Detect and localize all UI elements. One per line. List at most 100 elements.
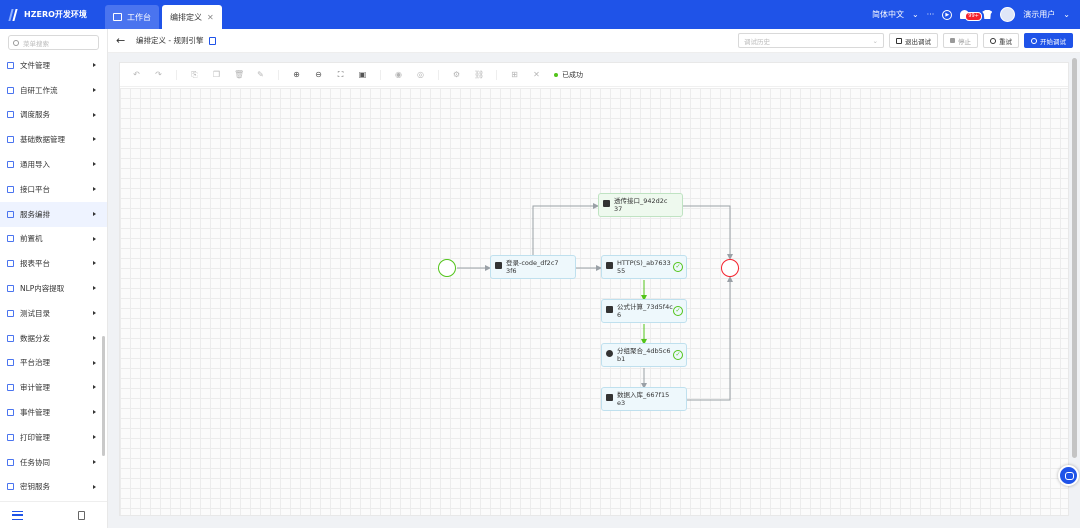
passthrough-icon — [603, 200, 610, 207]
grid-icon[interactable]: ⊞ — [510, 70, 519, 79]
sidebar-item-label: 密钥服务 — [20, 482, 50, 492]
tab-label: 编排定义 — [170, 12, 202, 22]
sidebar-item-base-data[interactable]: 基础数据管理 — [0, 127, 107, 152]
governance-icon — [7, 359, 14, 367]
top-bar: HZERO开发环境 工作台 编排定义 ✕ 简体中文 ⌄ ··· ▶ 99+ 演示… — [0, 0, 1080, 29]
start-debug-button[interactable]: 开始调试 — [1024, 33, 1073, 48]
caret-right-icon — [93, 137, 96, 142]
start-node[interactable] — [438, 259, 456, 277]
flow-canvas-card: ↶ ↷ ⎘ ❐ 🗑 ✎ ⊕ ⊖ ⛶ ▣ ◉ ◎ ⚙ ⛓ ⊞ ✕ 已成功 登录-c… — [119, 62, 1069, 516]
sidebar-item-label: 基础数据管理 — [20, 135, 65, 145]
caret-right-icon — [93, 335, 96, 340]
caret-right-icon — [93, 236, 96, 241]
fit-view-icon[interactable]: ⛶ — [336, 70, 345, 80]
exit-debug-button[interactable]: 退出调试 — [889, 33, 938, 48]
notification-badge: 99+ — [965, 11, 982, 21]
sidebar-item-reports[interactable]: 报表平台 — [0, 251, 107, 276]
node-label: 登录-code_df2c73f6 — [506, 259, 559, 275]
edge-upload-end — [683, 205, 733, 260]
distribution-icon — [7, 334, 14, 342]
sidebar-item-test-dir[interactable]: 测试目录 — [0, 301, 107, 326]
flow-node-login[interactable]: 登录-code_df2c73f6 — [490, 255, 576, 279]
flow-node-store[interactable]: 数据入库_667f15e3 — [601, 387, 687, 411]
link-icon[interactable]: ⛓ — [474, 70, 484, 79]
button-label: 停止 — [958, 37, 971, 46]
undo-icon[interactable]: ↶ — [132, 70, 141, 79]
flow-node-group[interactable]: 分组聚合_4db5c6b1 ✓ — [601, 343, 687, 367]
http-icon — [606, 262, 613, 269]
zoom-out-icon[interactable]: ⊖ — [314, 70, 323, 79]
show-icon[interactable]: ◉ — [394, 70, 403, 79]
sidebar-item-import[interactable]: 通用导入 — [0, 152, 107, 177]
avatar[interactable] — [1000, 7, 1016, 22]
key-icon — [7, 483, 14, 491]
copy-icon[interactable] — [209, 36, 217, 45]
retry-button[interactable]: 重试 — [983, 33, 1019, 48]
more-menu[interactable]: ··· — [927, 10, 935, 19]
stop-button[interactable]: 停止 — [943, 33, 978, 48]
sidebar-item-audit[interactable]: 审计管理 — [0, 375, 107, 400]
play-icon — [1031, 37, 1037, 44]
page-header: ← 编排定义 - 规则引擎 调试历史 ⌄ 退出调试 停止 重试 开始调试 — [108, 29, 1080, 53]
theme-icon[interactable] — [982, 10, 993, 19]
menu-search-input[interactable]: 菜单搜索 — [8, 35, 99, 50]
paste-icon[interactable]: ❐ — [212, 70, 221, 79]
sidebar-item-scheduler[interactable]: 调度服务 — [0, 103, 107, 128]
document-icon[interactable] — [78, 510, 85, 520]
sidebar-item-print[interactable]: 打印管理 — [0, 425, 107, 450]
tab-workbench[interactable]: 工作台 — [105, 5, 159, 29]
audit-icon — [7, 384, 14, 392]
redo-icon[interactable]: ↷ — [154, 70, 163, 79]
sidebar-item-orchestration[interactable]: 服务编排 — [0, 201, 107, 227]
database-icon — [606, 394, 613, 401]
nlp-icon — [7, 285, 14, 293]
caret-right-icon — [93, 484, 96, 489]
flow-node-upload[interactable]: 透传接口_942d2c37 — [598, 193, 683, 217]
stop-icon — [950, 38, 955, 43]
canvas-toolbar: ↶ ↷ ⎘ ❐ 🗑 ✎ ⊕ ⊖ ⛶ ▣ ◉ ◎ ⚙ ⛓ ⊞ ✕ 已成功 — [120, 63, 1068, 87]
chevron-down-icon: ⌄ — [911, 10, 919, 19]
back-arrow-icon[interactable]: ← — [116, 34, 130, 47]
sidebar-item-files[interactable]: 文件管理 — [0, 53, 107, 78]
page-scrollbar[interactable] — [1072, 58, 1077, 458]
sidebar-scrollbar[interactable] — [102, 336, 105, 456]
sidebar-item-label: 平台治理 — [20, 358, 50, 368]
debug-history-select[interactable]: 调试历史 ⌄ — [738, 33, 884, 48]
sidebar-item-nlp[interactable]: NLP内容提取 — [0, 276, 107, 301]
sidebar-item-interface[interactable]: 接口平台 — [0, 177, 107, 202]
sidebar-item-governance[interactable]: 平台治理 — [0, 351, 107, 376]
chat-float-button[interactable] — [1058, 465, 1079, 486]
report-icon — [7, 260, 14, 268]
sidebar-item-label: NLP内容提取 — [20, 284, 65, 294]
close-icon[interactable]: ✕ — [532, 70, 541, 79]
user-name[interactable]: 演示用户 — [1023, 9, 1055, 20]
notification-bell[interactable]: 99+ — [960, 9, 982, 21]
end-node[interactable] — [721, 259, 739, 277]
language-select[interactable]: 简体中文 — [872, 9, 904, 20]
brand[interactable]: HZERO开发环境 — [0, 9, 105, 21]
menu-fold-icon[interactable] — [12, 510, 23, 520]
sidebar-item-front-machine[interactable]: 前置机 — [0, 227, 107, 252]
clear-icon[interactable]: ✎ — [256, 70, 265, 79]
tab-orchestration[interactable]: 编排定义 ✕ — [162, 5, 222, 29]
flow-canvas[interactable]: 登录-code_df2c73f6 透传接口_942d2c37 HTTP(S)_a… — [120, 88, 1068, 515]
import-icon — [7, 161, 14, 169]
tab-label: 工作台 — [127, 12, 151, 22]
play-icon[interactable]: ▶ — [942, 9, 953, 20]
sidebar-item-events[interactable]: 事件管理 — [0, 400, 107, 425]
sidebar-item-tasks[interactable]: 任务协同 — [0, 450, 107, 475]
layout-icon[interactable]: ⚙ — [452, 70, 461, 79]
check-icon: ✓ — [673, 262, 683, 272]
zoom-in-icon[interactable]: ⊕ — [292, 70, 301, 79]
copy-icon[interactable]: ⎘ — [190, 70, 199, 80]
task-icon — [7, 458, 14, 466]
flow-node-http[interactable]: HTTP(S)_ab763355 ✓ — [601, 255, 687, 279]
sidebar-item-distribution[interactable]: 数据分发 — [0, 326, 107, 351]
flow-node-formula[interactable]: 公式计算_73d5f4c6 ✓ — [601, 299, 687, 323]
close-icon[interactable]: ✕ — [207, 13, 214, 22]
sidebar-item-workflow[interactable]: 自研工作流 — [0, 78, 107, 103]
hide-icon[interactable]: ◎ — [416, 70, 425, 79]
delete-icon[interactable]: 🗑 — [234, 70, 244, 79]
sidebar-item-keys[interactable]: 密钥服务 — [0, 475, 107, 500]
actual-size-icon[interactable]: ▣ — [358, 70, 367, 79]
